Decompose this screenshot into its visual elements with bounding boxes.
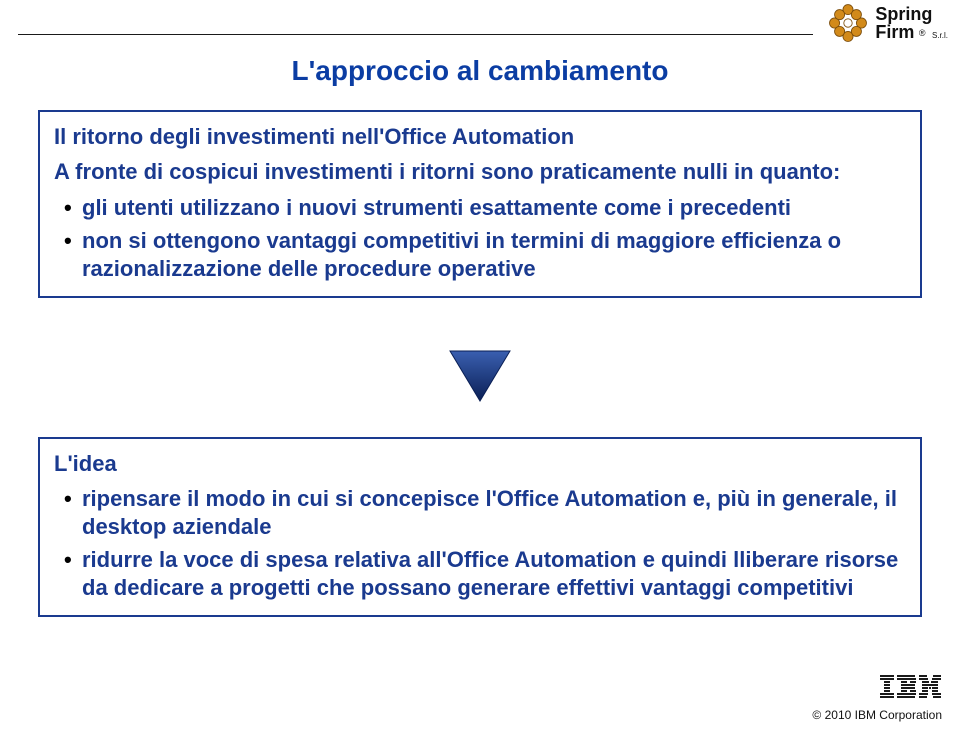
box1-bullets: gli utenti utilizzano i nuovi strumenti … <box>54 194 906 283</box>
list-item: ridurre la voce di spesa relativa all'Of… <box>60 546 906 601</box>
brand-logo: Spring Firm ® S.r.l. <box>827 2 948 44</box>
list-item: non si ottengono vantaggi competitivi in… <box>60 227 906 282</box>
slide-title: L'approccio al cambiamento <box>0 55 960 87</box>
slide-footer: © 2010 IBM Corporation <box>812 675 942 722</box>
brand-sub-line: Firm ® S.r.l. <box>875 24 948 43</box>
down-arrow <box>0 346 960 408</box>
brand-text: Spring Firm ® S.r.l. <box>875 6 948 42</box>
horizontal-rule <box>18 34 813 35</box>
box-investments: Il ritorno degli investimenti nell'Offic… <box>38 110 922 298</box>
box2-heading: L'idea <box>54 451 906 477</box>
brand-reg: ® <box>919 28 926 38</box>
brand-sub: Firm <box>875 22 914 42</box>
ibm-logo-icon <box>880 675 942 704</box>
box1-subline: A fronte di cospicui investimenti i rito… <box>54 158 906 186</box>
box1-heading: Il ritorno degli investimenti nell'Offic… <box>54 124 906 150</box>
list-item: ripensare il modo in cui si concepisce l… <box>60 485 906 540</box>
list-item: gli utenti utilizzano i nuovi strumenti … <box>60 194 906 222</box>
box-idea: L'idea ripensare il modo in cui si conce… <box>38 437 922 617</box>
flower-icon <box>827 2 869 44</box>
box2-bullets: ripensare il modo in cui si concepisce l… <box>54 485 906 601</box>
brand-srl: S.r.l. <box>932 31 948 40</box>
slide: Spring Firm ® S.r.l. L'approccio al camb… <box>0 0 960 732</box>
copyright-text: © 2010 IBM Corporation <box>812 708 942 722</box>
